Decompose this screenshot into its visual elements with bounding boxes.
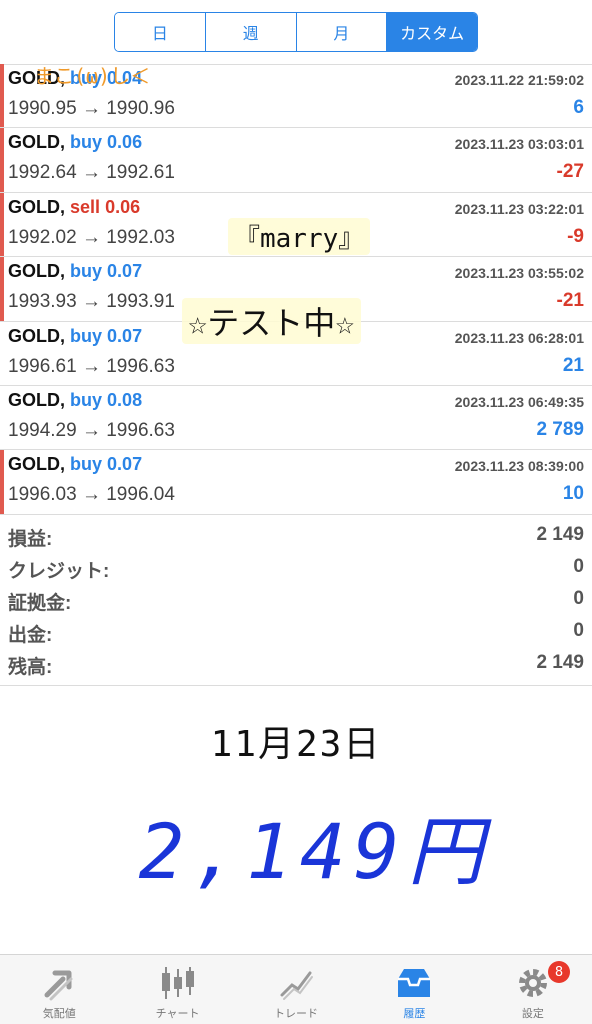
trade-symbol: GOLD, [8,389,65,410]
trade-volume: 0.08 [107,389,143,410]
tab-trade[interactable]: トレード [237,955,355,1024]
trade-icon [276,965,316,1001]
trade-time: 2023.11.23 06:49:35 [454,393,584,410]
summary-row-credit: クレジット: 0 [0,552,592,584]
trade-volume: 0.07 [107,454,143,475]
trade-time: 2023.11.23 06:28:01 [454,329,584,346]
tab-chart[interactable]: チャート [118,955,236,1024]
chart-icon [158,965,198,1001]
trade-prices: 1996.61 → 1996.63 [8,355,175,377]
trade-profit: -9 [567,225,584,247]
summary-value: 0 [573,588,584,609]
trade-symbol: GOLD, [8,132,65,153]
tab-label: 履歴 [403,1007,426,1020]
trade-profit: 10 [562,483,584,505]
trade-title: GOLD, sell 0.06 [8,197,140,218]
segment-day[interactable]: 日 [115,13,206,51]
trade-profit: 2 789 [536,418,584,440]
segment-custom[interactable]: カスタム [387,13,477,51]
trade-row[interactable]: GOLD, buy 0.08 2023.11.23 06:49:35 1994.… [0,386,592,451]
summary-label: 出金: [8,625,53,646]
summary-row-margin: 証拠金: 0 [0,584,592,616]
summary-row-withdrawal: 出金: 0 [0,616,592,648]
trade-marker [0,128,4,192]
summary-label: クレジット: [8,561,110,582]
bottom-tab-bar: 気配値 チャート トレード 履歴 設定 8 [0,954,592,1024]
trade-prices: 1990.95 → 1990.96 [8,98,175,119]
summary-label: 残高: [8,657,53,678]
trade-symbol: GOLD, [8,261,65,282]
account-summary: 損益: 2 149 クレジット: 0 証拠金: 0 出金: 0 残高: 2 14… [0,520,592,680]
history-icon [394,965,434,1001]
period-segmented-control: 日 週 月 カスタム [114,12,478,52]
trade-time: 2023.11.23 03:03:01 [454,136,584,153]
trade-profit: 21 [562,354,584,376]
trade-profit: -21 [556,290,584,312]
segment-month[interactable]: 月 [296,13,388,51]
trade-marker [0,192,4,257]
trade-side: buy [70,454,103,475]
trade-marker [0,64,4,128]
summary-row-balance: 残高: 2 149 [0,648,592,680]
trade-side: buy [70,389,103,410]
trade-history-list: GOLD, buy 0.04 2023.11.22 21:59:02 1990.… [0,64,592,515]
trade-profit: 6 [573,97,584,118]
handwritten-date: 11月23日 [210,724,382,765]
settings-icon [513,965,553,1001]
period-selector-area: 日 週 月 カスタム [0,0,592,64]
trade-title: GOLD, buy 0.07 [8,326,142,347]
trade-prices: 1994.29 → 1996.63 [8,419,175,441]
tab-settings[interactable]: 設定 8 [474,955,592,1024]
trade-side: buy [70,261,103,282]
trade-time: 2023.11.23 03:55:02 [454,265,584,282]
trade-row[interactable]: GOLD, buy 0.07 2023.11.23 08:39:00 1996.… [0,450,592,515]
trade-row[interactable]: GOLD, buy 0.06 2023.11.23 03:03:01 1992.… [0,128,592,193]
segment-week[interactable]: 週 [205,13,297,51]
trade-prices: 1996.03 → 1996.04 [8,484,175,506]
trade-volume: 0.07 [107,261,143,282]
summary-value: 2 149 [536,524,584,545]
trade-symbol: GOLD, [8,196,65,217]
trade-time: 2023.11.23 08:39:00 [454,458,584,475]
tab-label: 設定 [521,1007,544,1020]
sticker-testing: ☆テスト中☆ [182,298,361,344]
summary-value: 0 [573,556,584,577]
trade-side: buy [70,325,103,346]
trade-time: 2023.11.23 03:22:01 [454,200,584,217]
summary-label: 証拠金: [8,593,72,614]
quotes-icon [39,965,79,1001]
trade-marker [0,450,4,514]
tab-label: 気配値 [42,1007,76,1020]
trade-prices: 1993.93 → 1993.91 [8,291,175,313]
trade-prices: 1992.02 → 1992.03 [8,226,175,248]
trade-symbol: GOLD, [8,325,65,346]
trade-title: GOLD, buy 0.07 [8,261,142,282]
trade-side: sell [70,196,101,217]
trade-symbol: GOLD, [8,454,65,475]
trade-volume: 0.06 [105,196,141,217]
sticker-name: まこ(ω)し＜ [34,64,151,88]
tab-label: チャート [155,1007,200,1020]
trade-prices: 1992.64 → 1992.61 [8,162,175,184]
summary-value: 2 149 [536,652,584,673]
summary-value: 0 [573,620,584,641]
notification-badge: 8 [548,961,571,983]
tab-label: トレード [274,1007,319,1020]
divider [0,685,592,686]
trade-title: GOLD, buy 0.07 [8,454,142,475]
trade-title: GOLD, buy 0.06 [8,132,142,153]
trade-side: buy [70,132,103,153]
trade-marker [0,257,4,321]
tab-quotes[interactable]: 気配値 [0,955,118,1024]
trade-time: 2023.11.22 21:59:02 [454,72,584,88]
trade-volume: 0.07 [107,325,143,346]
summary-row-profit: 損益: 2 149 [0,520,592,552]
summary-label: 損益: [8,529,53,550]
trade-profit: -27 [556,161,584,183]
sticker-marry: 『marry』 [228,218,371,255]
trade-title: GOLD, buy 0.08 [8,390,142,411]
handwritten-amount: 2,149円 [138,807,492,896]
trade-volume: 0.06 [107,132,143,153]
tab-history[interactable]: 履歴 [355,955,473,1024]
